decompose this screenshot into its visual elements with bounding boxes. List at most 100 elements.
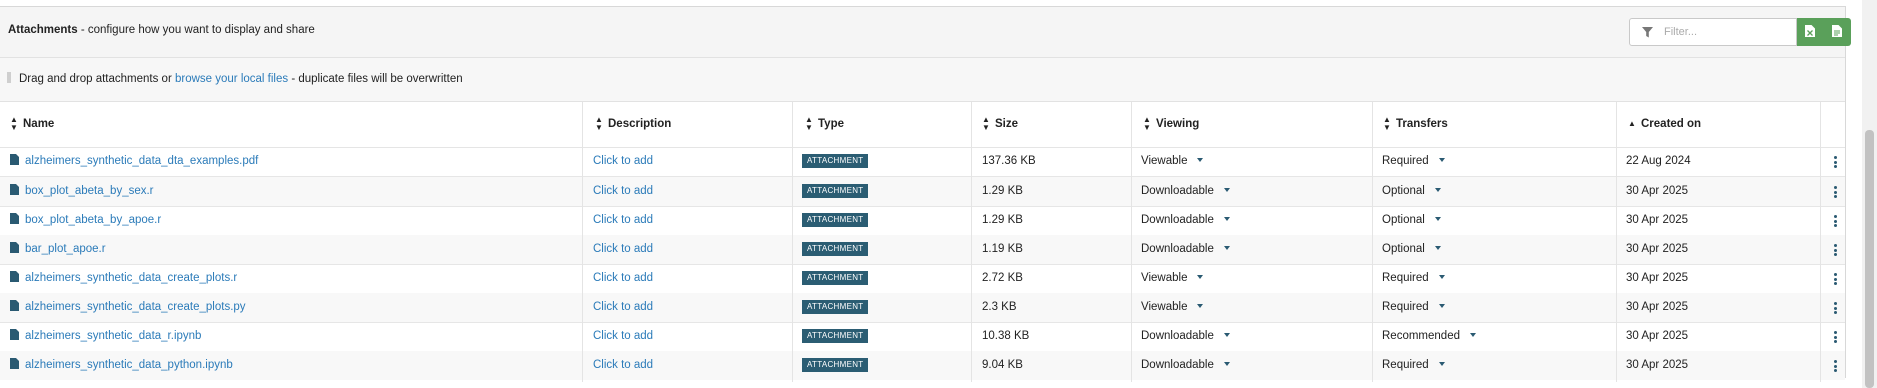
created-date-cell: 30 Apr 2025 <box>1626 185 1689 197</box>
chevron-down-icon <box>1197 275 1204 279</box>
size-cell: 9.04 KB <box>982 359 1023 371</box>
more-options-icon[interactable] <box>1834 273 1837 285</box>
column-divider <box>1820 102 1821 382</box>
file-name-cell[interactable]: alzheimers_synthetic_data_create_plots.r <box>10 264 237 293</box>
more-options-icon[interactable] <box>1834 156 1837 168</box>
file-icon <box>10 358 19 369</box>
chevron-down-icon <box>1223 246 1230 250</box>
size-cell: 2.72 KB <box>982 272 1023 284</box>
more-options-icon[interactable] <box>1834 244 1837 256</box>
export-button-group <box>1797 18 1851 46</box>
scrollbar-thumb[interactable] <box>1865 130 1874 388</box>
chevron-down-icon <box>1223 188 1230 192</box>
more-options-icon[interactable] <box>1834 331 1837 343</box>
description-cell[interactable]: Click to add <box>593 206 653 235</box>
column-size-header[interactable]: ▲ ▼ Size <box>982 102 1018 147</box>
browse-files-link[interactable]: browse your local files <box>175 73 288 85</box>
transfers-dropdown[interactable]: Required <box>1382 264 1445 293</box>
file-icon <box>10 300 19 311</box>
description-cell[interactable]: Click to add <box>593 293 653 322</box>
column-divider <box>971 102 972 382</box>
description-cell[interactable]: Click to add <box>593 264 653 293</box>
type-badge: ATTACHMENT <box>802 235 869 264</box>
viewing-dropdown[interactable]: Downloadable <box>1141 322 1230 351</box>
column-viewing-header[interactable]: ▲ ▼ Viewing <box>1143 102 1199 147</box>
drag-handle-icon <box>7 72 11 83</box>
viewing-dropdown[interactable]: Viewable <box>1141 147 1204 176</box>
file-name-cell[interactable]: box_plot_abeta_by_sex.r <box>10 177 154 206</box>
column-divider <box>792 102 793 382</box>
column-divider <box>1616 102 1617 382</box>
more-options-icon[interactable] <box>1834 302 1837 314</box>
type-badge: ATTACHMENT <box>802 293 869 322</box>
type-badge: ATTACHMENT <box>802 177 869 206</box>
chevron-down-icon <box>1434 188 1441 192</box>
filter-field[interactable] <box>1629 18 1797 46</box>
column-divider <box>582 102 583 382</box>
created-date-cell: 30 Apr 2025 <box>1626 243 1689 255</box>
file-name-cell[interactable]: alzheimers_synthetic_data_python.ipynb <box>10 351 233 380</box>
column-description-header[interactable]: ▲ ▼ Description <box>595 102 671 147</box>
transfers-dropdown[interactable]: Recommended <box>1382 322 1476 351</box>
file-name-cell[interactable]: alzheimers_synthetic_data_dta_examples.p… <box>10 147 258 176</box>
chevron-down-icon <box>1438 158 1445 162</box>
description-cell[interactable]: Click to add <box>593 235 653 264</box>
table-row: alzheimers_synthetic_data_create_plots.r… <box>0 264 1845 294</box>
transfers-dropdown[interactable]: Required <box>1382 147 1445 176</box>
viewing-dropdown[interactable]: Downloadable <box>1141 351 1230 380</box>
file-name-cell[interactable]: alzheimers_synthetic_data_create_plots.p… <box>10 293 246 322</box>
sort-icon: ▲ ▼ <box>10 114 18 132</box>
created-date-cell: 30 Apr 2025 <box>1626 330 1689 342</box>
description-cell[interactable]: Click to add <box>593 351 653 380</box>
type-badge: ATTACHMENT <box>802 322 869 351</box>
column-created-header[interactable]: ▲ Created on <box>1628 102 1701 147</box>
sort-icon: ▲ ▼ <box>805 114 813 132</box>
size-cell: 1.19 KB <box>982 243 1023 255</box>
viewing-dropdown[interactable]: Downloadable <box>1141 235 1230 264</box>
viewing-dropdown[interactable]: Downloadable <box>1141 177 1230 206</box>
file-dropzone[interactable]: Drag and drop attachments or browse your… <box>0 58 1845 102</box>
description-cell[interactable]: Click to add <box>593 177 653 206</box>
chevron-down-icon <box>1434 246 1441 250</box>
file-icon <box>10 329 19 340</box>
export-excel-button[interactable] <box>1797 18 1824 46</box>
chevron-down-icon <box>1469 333 1476 337</box>
document-file-icon <box>1832 25 1842 37</box>
column-name-header[interactable]: ▲ ▼ Name <box>10 102 54 147</box>
file-name-cell[interactable]: bar_plot_apoe.r <box>10 235 106 264</box>
transfers-dropdown[interactable]: Required <box>1382 351 1445 380</box>
type-badge: ATTACHMENT <box>802 264 869 293</box>
viewing-dropdown[interactable]: Viewable <box>1141 264 1204 293</box>
file-name-cell[interactable]: box_plot_abeta_by_apoe.r <box>10 206 161 235</box>
more-options-icon[interactable] <box>1834 360 1837 372</box>
more-options-icon[interactable] <box>1834 186 1837 198</box>
viewing-dropdown[interactable]: Viewable <box>1141 293 1204 322</box>
table-row: alzheimers_synthetic_data_create_plots.p… <box>0 293 1845 323</box>
attachments-header: Attachments - configure how you want to … <box>0 7 1851 58</box>
transfers-dropdown[interactable]: Optional <box>1382 235 1441 264</box>
description-cell[interactable]: Click to add <box>593 322 653 351</box>
file-name-cell[interactable]: alzheimers_synthetic_data_r.ipynb <box>10 322 201 351</box>
file-icon <box>10 271 19 282</box>
transfers-dropdown[interactable]: Required <box>1382 293 1445 322</box>
more-options-icon[interactable] <box>1834 215 1837 227</box>
transfers-dropdown[interactable]: Optional <box>1382 177 1441 206</box>
column-divider <box>1131 102 1132 382</box>
chevron-down-icon <box>1197 158 1204 162</box>
export-document-button[interactable] <box>1824 18 1851 46</box>
table-row: box_plot_abeta_by_sex.r Click to add ATT… <box>0 177 1845 207</box>
column-type-header[interactable]: ▲ ▼ Type <box>805 102 844 147</box>
column-transfers-header[interactable]: ▲ ▼ Transfers <box>1383 102 1448 147</box>
description-cell[interactable]: Click to add <box>593 147 653 176</box>
sort-icon: ▲ ▼ <box>1143 114 1151 132</box>
transfers-dropdown[interactable]: Optional <box>1382 206 1441 235</box>
column-divider <box>1372 102 1373 382</box>
dropzone-text: Drag and drop attachments or browse your… <box>19 73 463 85</box>
filter-icon <box>1642 27 1653 38</box>
table-row: alzheimers_synthetic_data_dta_examples.p… <box>0 147 1845 177</box>
size-cell: 1.29 KB <box>982 214 1023 226</box>
filter-input[interactable] <box>1664 23 1792 41</box>
viewing-dropdown[interactable]: Downloadable <box>1141 206 1230 235</box>
created-date-cell: 30 Apr 2025 <box>1626 359 1689 371</box>
table-header: ▲ ▼ Name ▲ ▼ Description ▲ ▼ Type ▲ ▼ Size ▲ ▼ Vie… <box>0 102 1845 148</box>
